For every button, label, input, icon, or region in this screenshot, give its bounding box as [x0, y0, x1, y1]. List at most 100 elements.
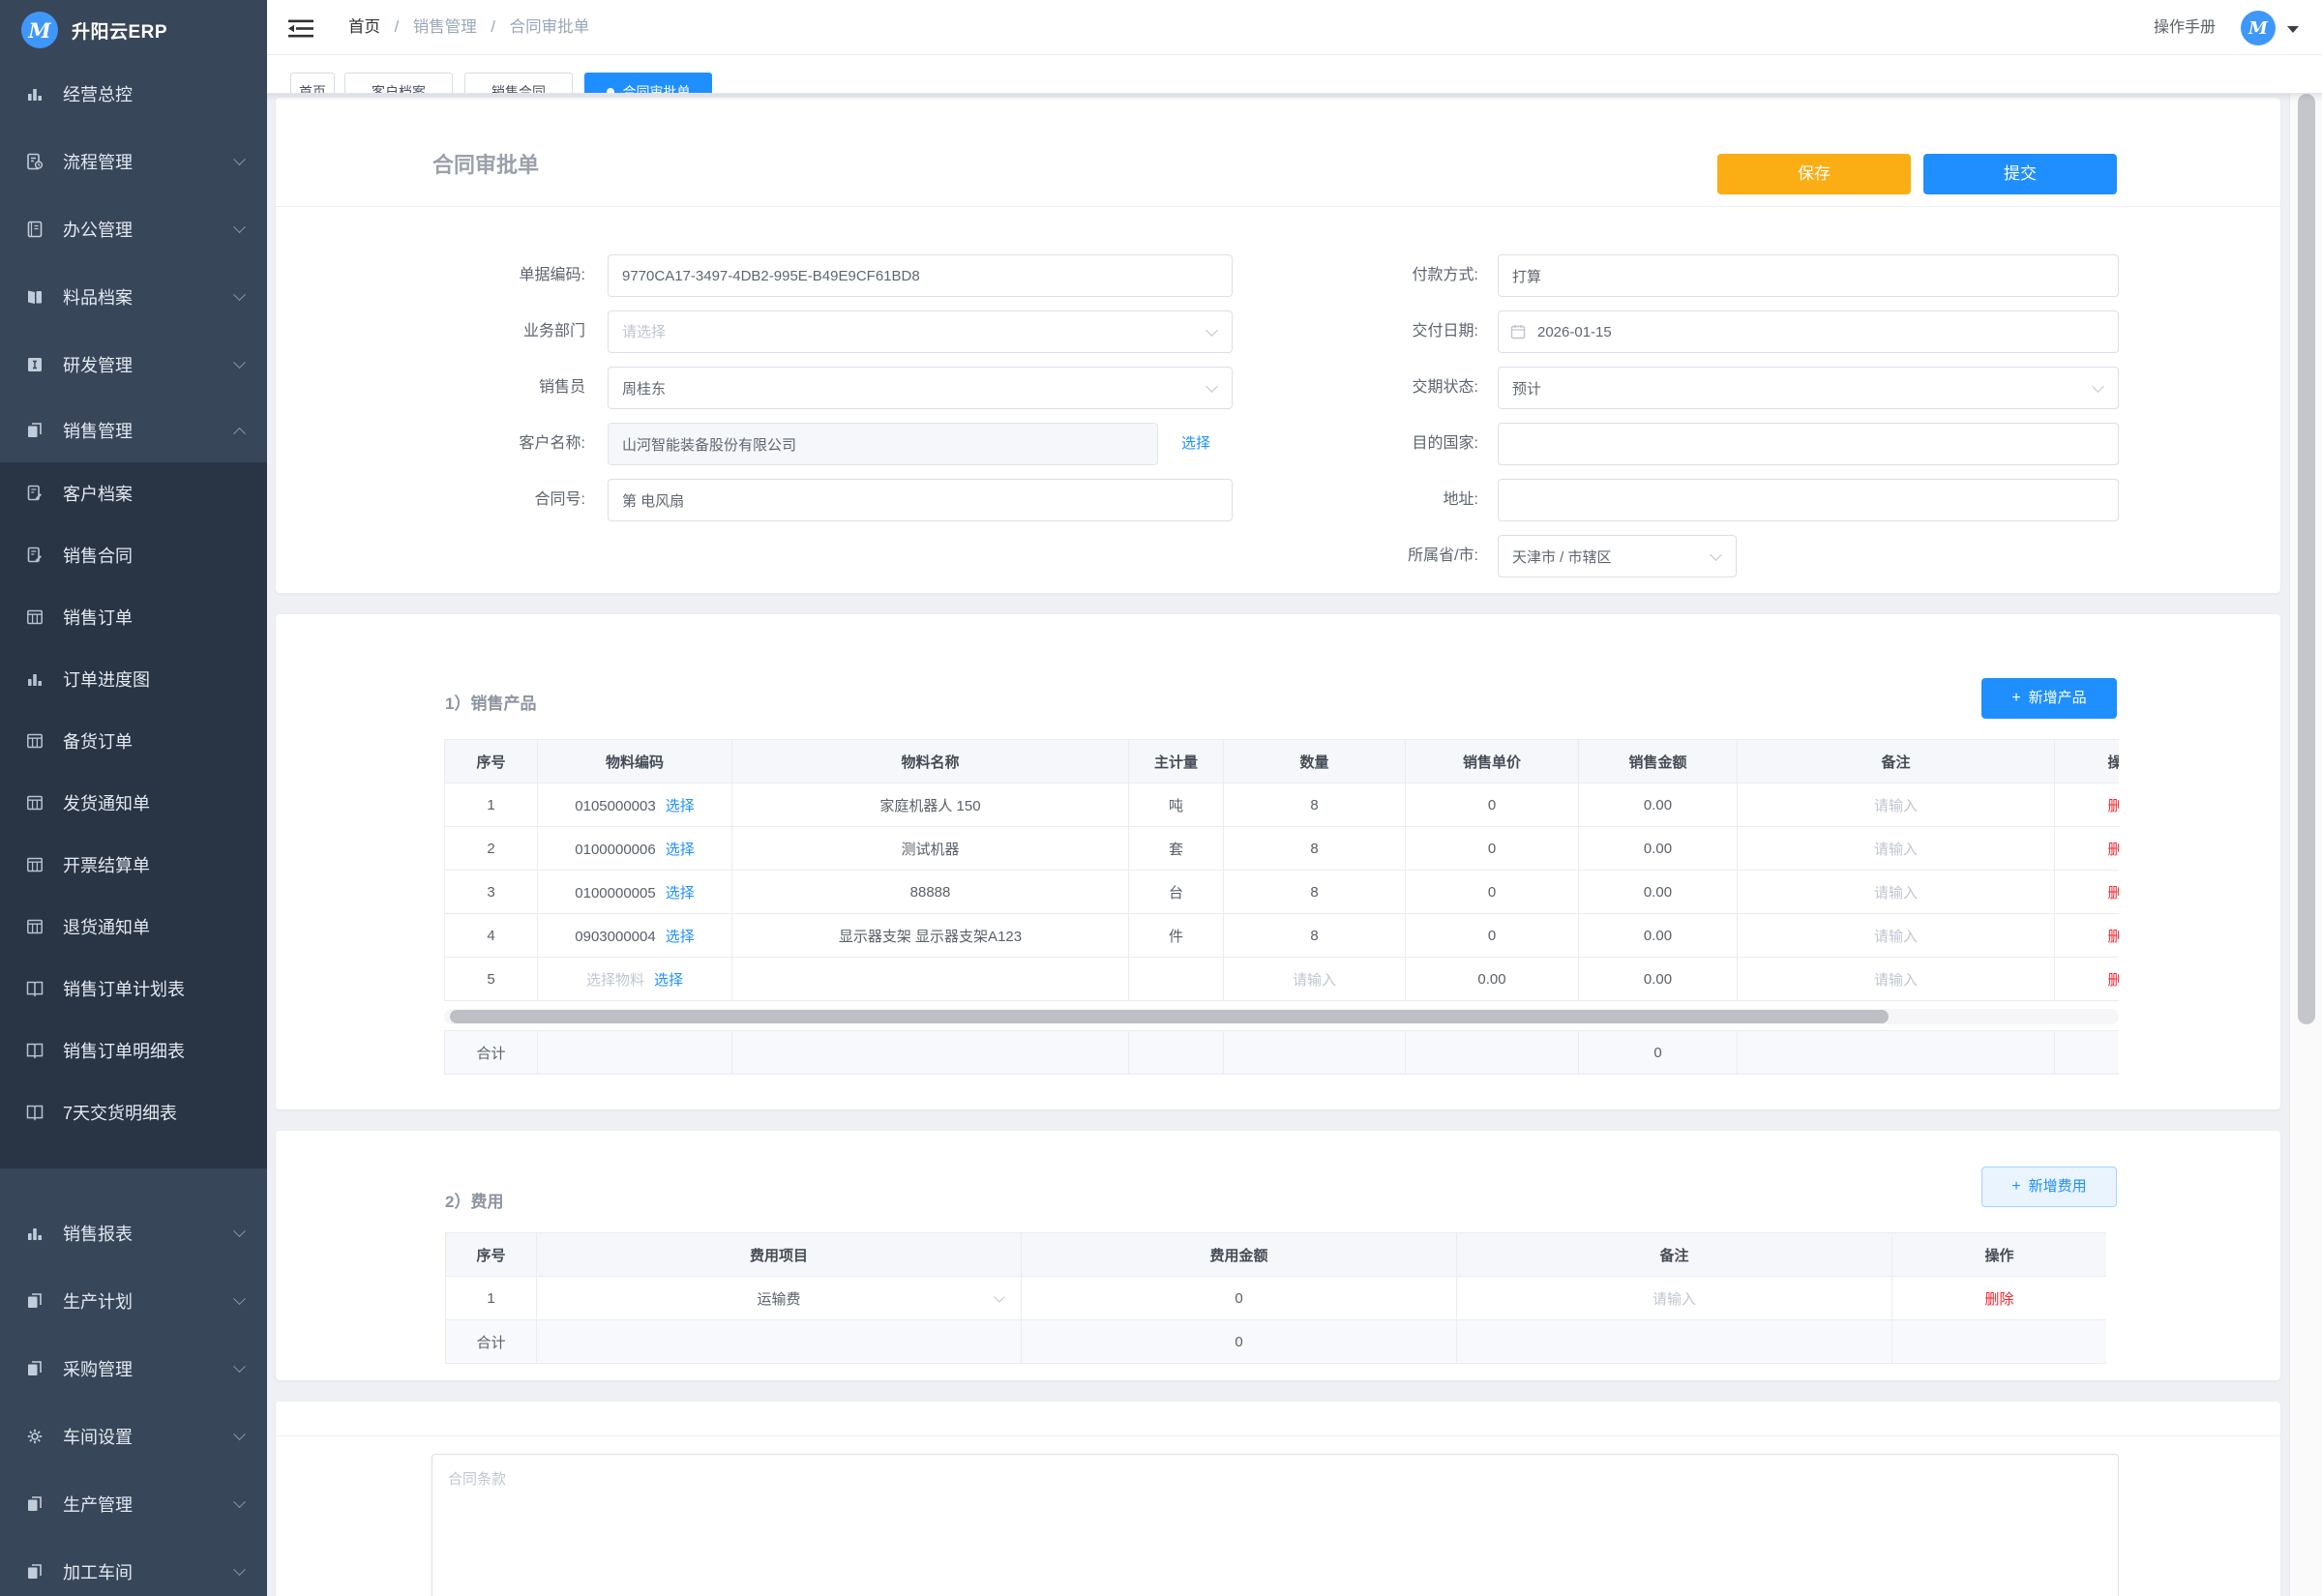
address-field[interactable] [1498, 479, 2119, 521]
sidebar-item-office-mgmt[interactable]: 办公管理 [0, 195, 267, 263]
cell-no: 3 [445, 871, 538, 914]
delivery-status-select-wrap [1498, 367, 2119, 409]
sidebar-item-production-plan[interactable]: 生产计划 [0, 1267, 267, 1335]
delete-row-link[interactable]: 删除 [2107, 929, 2119, 945]
save-button[interactable]: 保存 [1717, 154, 1911, 194]
table-icon [25, 607, 45, 627]
collapse-menu-icon[interactable] [288, 19, 313, 38]
sidebar-item-customer-archives[interactable]: 客户档案 [0, 462, 267, 524]
tab-customer-archives[interactable]: 客户档案 [344, 73, 453, 93]
sidebar-item-order-progress[interactable]: 订单进度图 [0, 648, 267, 710]
sidebar-item-process-mgmt[interactable]: 流程管理 [0, 128, 267, 195]
select-material-link[interactable]: 选择 [666, 929, 695, 945]
product-row: 2 0100000006选择 测试机器 套 8 0 0.00 请输入 删除 [445, 827, 2120, 871]
breadcrumb-home[interactable]: 首页 [348, 18, 380, 36]
app-logo: M 升阳云ERP [0, 0, 267, 60]
sidebar-item-invoice-settlement[interactable]: 开票结算单 [0, 834, 267, 896]
select-material-link[interactable]: 选择 [666, 885, 695, 901]
cell-unit: 台 [1129, 871, 1224, 914]
sidebar-item-7day-delivery-detail[interactable]: 7天交货明细表 [0, 1081, 267, 1143]
fees-section-title: 2）费用 [445, 1186, 503, 1219]
sidebar-item-shipping-notice[interactable]: 发货通知单 [0, 772, 267, 834]
sidebar-item-sales-order-plan[interactable]: 销售订单计划表 [0, 958, 267, 1020]
cell-remark-input[interactable]: 请输入 [1457, 1277, 1892, 1320]
cell-qty-input[interactable]: 请输入 [1224, 958, 1406, 1001]
products-total-table: 合计 0 [444, 1030, 2119, 1075]
delivery-status-select[interactable] [1498, 367, 2119, 409]
submit-button[interactable]: 提交 [1923, 154, 2117, 194]
cell-remark-input[interactable]: 请输入 [1738, 827, 2055, 871]
delete-row-link[interactable]: 删除 [2107, 842, 2119, 858]
sidebar-item-workshop-settings[interactable]: 车间设置 [0, 1403, 267, 1470]
products-section-title: 1）销售产品 [445, 688, 536, 721]
sidebar-item-production-mgmt[interactable]: 生产管理 [0, 1470, 267, 1538]
sidebar-item-sales-report[interactable]: 销售报表 [0, 1199, 267, 1267]
tab-sales-contract[interactable]: 销售合同 [464, 73, 573, 93]
sidebar-item-stock-order[interactable]: 备货订单 [0, 710, 267, 772]
delete-row-link[interactable]: 删除 [1984, 1291, 2013, 1308]
cell-name [732, 958, 1129, 1001]
sidebar-item-rnd-mgmt[interactable]: 研发管理 [0, 331, 267, 399]
customer-field[interactable] [608, 423, 1158, 465]
dest-country-field-wrap [1498, 423, 2119, 465]
cell-price: 0 [1406, 914, 1579, 958]
select-material-link[interactable]: 选择 [666, 842, 695, 858]
contract-terms-textarea[interactable] [432, 1454, 2119, 1596]
vertical-scrollbar-thumb[interactable] [2298, 94, 2315, 1024]
document-clock-icon [25, 152, 45, 171]
dest-country-field[interactable] [1498, 423, 2119, 465]
sidebar-item-material-archives[interactable]: 料品档案 [0, 263, 267, 331]
select-material-link[interactable]: 选择 [666, 798, 695, 814]
sidebar-item-return-notice[interactable]: 退货通知单 [0, 896, 267, 958]
sidebar-item-processing-workshop[interactable]: 加工车间 [0, 1538, 267, 1596]
add-fee-button[interactable]: +新增费用 [1981, 1167, 2117, 1207]
col-qty: 数量 [1224, 740, 1406, 783]
add-product-button[interactable]: +新增产品 [1981, 678, 2117, 719]
sidebar-item-purchase-mgmt[interactable]: 采购管理 [0, 1335, 267, 1403]
cell-fee-item-select[interactable]: 运输费 [537, 1277, 1022, 1320]
fees-header-row: 序号 费用项目 费用金额 备注 操作 [446, 1233, 2107, 1277]
delete-row-link[interactable]: 删除 [2107, 798, 2119, 814]
cell-remark-input[interactable]: 请输入 [1738, 783, 2055, 827]
col-no: 序号 [445, 740, 538, 783]
sidebar-item-sales-order[interactable]: 销售订单 [0, 586, 267, 648]
cell-actions: 删除 [2055, 958, 2120, 1001]
select-material-link[interactable]: 选择 [654, 972, 683, 989]
delete-row-link[interactable]: 删除 [2107, 972, 2119, 989]
notebook-icon [25, 220, 45, 239]
horizontal-scrollbar-thumb[interactable] [450, 1010, 1889, 1023]
province-select-wrap [1498, 535, 1737, 577]
delivery-date-label: 交付日期: [1169, 310, 1478, 353]
delivery-date-field[interactable] [1498, 310, 2119, 353]
cell-no: 2 [445, 827, 538, 871]
delete-row-link[interactable]: 删除 [2107, 885, 2119, 901]
cell-remark-input[interactable]: 请输入 [1738, 871, 2055, 914]
caret-down-icon[interactable] [2287, 26, 2299, 33]
sidebar-item-business-overview[interactable]: 经营总控 [0, 60, 267, 128]
payment-field[interactable] [1498, 254, 2119, 297]
province-select[interactable] [1498, 535, 1737, 577]
cell-actions: 删除 [2055, 783, 2120, 827]
chevron-down-icon [233, 1563, 246, 1576]
manual-link[interactable]: 操作手册 [2154, 0, 2216, 55]
avatar[interactable]: M [2241, 11, 2276, 45]
tab-contract-approval[interactable]: 合同审批单 [584, 73, 712, 93]
cell-amount: 0.00 [1579, 871, 1738, 914]
tab-home[interactable]: 首页 [290, 73, 335, 93]
breadcrumb-contract-approval: 合同审批单 [510, 18, 590, 36]
salesman-select[interactable] [608, 367, 1233, 409]
chevron-down-icon [233, 221, 246, 233]
payment-field-wrap [1498, 254, 2119, 297]
plus-icon: + [2011, 690, 2020, 706]
contract-no-field[interactable] [608, 479, 1233, 521]
sidebar-item-sales-contract[interactable]: 销售合同 [0, 524, 267, 586]
department-select[interactable] [608, 310, 1233, 353]
col-material-code: 物料编码 [538, 740, 732, 783]
sidebar-item-sales-order-detail[interactable]: 销售订单明细表 [0, 1020, 267, 1081]
sidebar-item-sales-mgmt[interactable]: 销售管理 [0, 399, 267, 462]
cell-remark-input[interactable]: 请输入 [1738, 958, 2055, 1001]
cell-qty: 8 [1224, 783, 1406, 827]
cell-remark-input[interactable]: 请输入 [1738, 914, 2055, 958]
pages-icon [25, 1562, 45, 1581]
doc-code-field[interactable] [608, 254, 1233, 297]
